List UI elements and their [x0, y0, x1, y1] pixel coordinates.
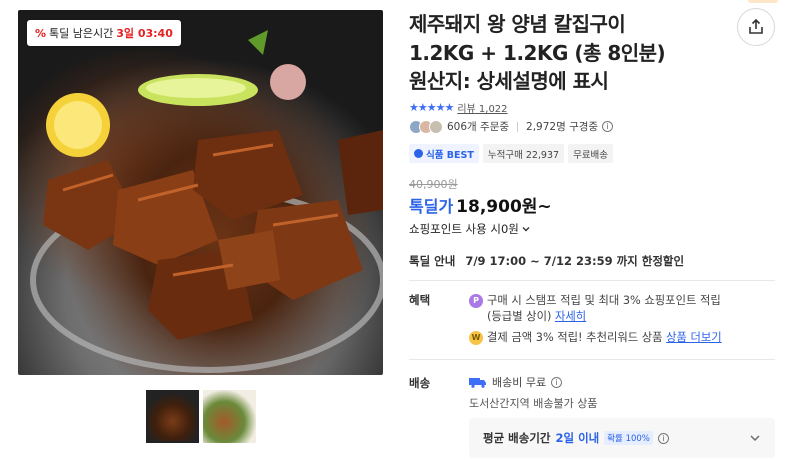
benefit-stamp-note: (등급별 상이): [487, 310, 552, 323]
tag-list: 식품 BEST 누적구매 22,937 무료배송: [409, 144, 614, 163]
points-toggle[interactable]: 쇼핑포인트 사용 시0원: [409, 221, 531, 237]
point-coin-icon: P: [469, 294, 483, 308]
benefit-stamp: P 구매 시 스탬프 적립 및 최대 3% 쇼핑포인트 적립 (등급별 상이) …: [469, 293, 721, 325]
shipping-fee: 배송비 무료: [492, 376, 547, 389]
avg-delivery-value: 2일 이내: [555, 431, 600, 445]
benefit-reward-text: 결제 금액 3% 적립! 추천리워드 상품: [487, 331, 663, 344]
section-divider: [409, 280, 775, 281]
product-main-image: % 톡딜 남은시간 3일 03:40: [18, 10, 383, 375]
title-line-3: 원산지: 상세설명에 표시: [409, 69, 609, 93]
title-line-2: 1.2KG + 1.2KG (총 8인분): [409, 40, 666, 65]
review-count: 1,022: [478, 104, 508, 115]
price-row: 톡딜가 18,900원~: [409, 192, 552, 217]
chevron-down-icon: [750, 435, 760, 441]
share-highlight: [748, 0, 778, 3]
benefit-reward: W 결제 금액 3% 적립! 추천리워드 상품 상품 더보기: [469, 330, 722, 346]
thumbnail-1[interactable]: [146, 390, 199, 443]
deal-period: 7/9 17:00 ~ 7/12 23:59 까지 한정할인: [465, 254, 685, 268]
truck-icon: [469, 377, 486, 388]
rating-row: ★★★★★ 리뷰 1,022: [409, 100, 508, 115]
original-price: 40,900원: [409, 178, 458, 191]
probability-badge: 확률 100%: [604, 431, 653, 445]
reward-coin-icon: W: [469, 331, 483, 345]
star-rating: ★★★★★: [409, 101, 454, 114]
details-link[interactable]: 자세히: [555, 310, 586, 323]
deal-timer-badge: % 톡딜 남은시간 3일 03:40: [27, 20, 181, 46]
shipping-fee-row: 배송비 무료 i: [469, 374, 563, 390]
info-icon[interactable]: i: [602, 121, 614, 132]
free-shipping-tag: 무료배송: [568, 144, 614, 163]
deal-price-label: 톡딜가: [409, 197, 454, 216]
section-divider: [409, 359, 775, 360]
timer-remaining: 3일 03:40: [116, 27, 173, 40]
cumulative-tag: 누적구매 22,937: [482, 144, 565, 163]
thumbnail-list: [146, 390, 256, 443]
grilled-pork-illustration: [30, 30, 383, 373]
share-button[interactable]: [737, 8, 775, 46]
badge-icon: [414, 149, 423, 158]
more-products-link[interactable]: 상품 더보기: [666, 331, 722, 344]
product-title: 제주돼지 왕 양념 칼집구이 1.2KG + 1.2KG (총 8인분) 원산지…: [409, 10, 729, 96]
avg-delivery-label: 평균 배송기간: [483, 431, 551, 445]
viewers-count: 2,972명 구경중: [526, 121, 599, 133]
chevron-down-icon: [522, 227, 530, 232]
info-icon[interactable]: i: [551, 376, 563, 388]
review-link[interactable]: 리뷰 1,022: [457, 100, 507, 115]
shipping-label: 배송: [409, 376, 431, 390]
info-icon[interactable]: i: [657, 432, 669, 444]
benefits-label: 혜택: [409, 293, 431, 307]
divider: [517, 121, 519, 132]
best-tag-label: 식품 BEST: [426, 149, 474, 161]
review-label: 리뷰: [457, 104, 476, 115]
share-icon: [749, 18, 763, 34]
timer-label: 톡딜 남은시간: [49, 27, 114, 40]
title-line-1: 제주돼지 왕 양념 칼집구이: [409, 12, 626, 36]
benefit-stamp-text: 구매 시 스탬프 적립 및 최대 3% 쇼핑포인트 적립: [487, 294, 721, 307]
buyer-stats-row: 606개 주문중 2,972명 구경중 i: [409, 119, 614, 134]
avg-delivery-dropdown[interactable]: 평균 배송기간 2일 이내 확률 100% i: [469, 418, 775, 458]
buyer-avatars: [409, 119, 443, 134]
thumbnail-2[interactable]: [203, 390, 256, 443]
best-tag[interactable]: 식품 BEST: [409, 144, 479, 163]
orders-count: 606개 주문중: [447, 121, 510, 133]
deal-info-label: 톡딜 안내: [409, 254, 456, 268]
shipping-note: 도서산간지역 배송불가 상품: [469, 397, 598, 410]
deal-info-row: 톡딜 안내 7/9 17:00 ~ 7/12 23:59 까지 한정할인: [409, 253, 684, 269]
percent-icon: %: [35, 26, 47, 40]
points-text: 쇼핑포인트 사용 시0원: [409, 222, 519, 236]
deal-price: 18,900원~: [456, 197, 552, 217]
